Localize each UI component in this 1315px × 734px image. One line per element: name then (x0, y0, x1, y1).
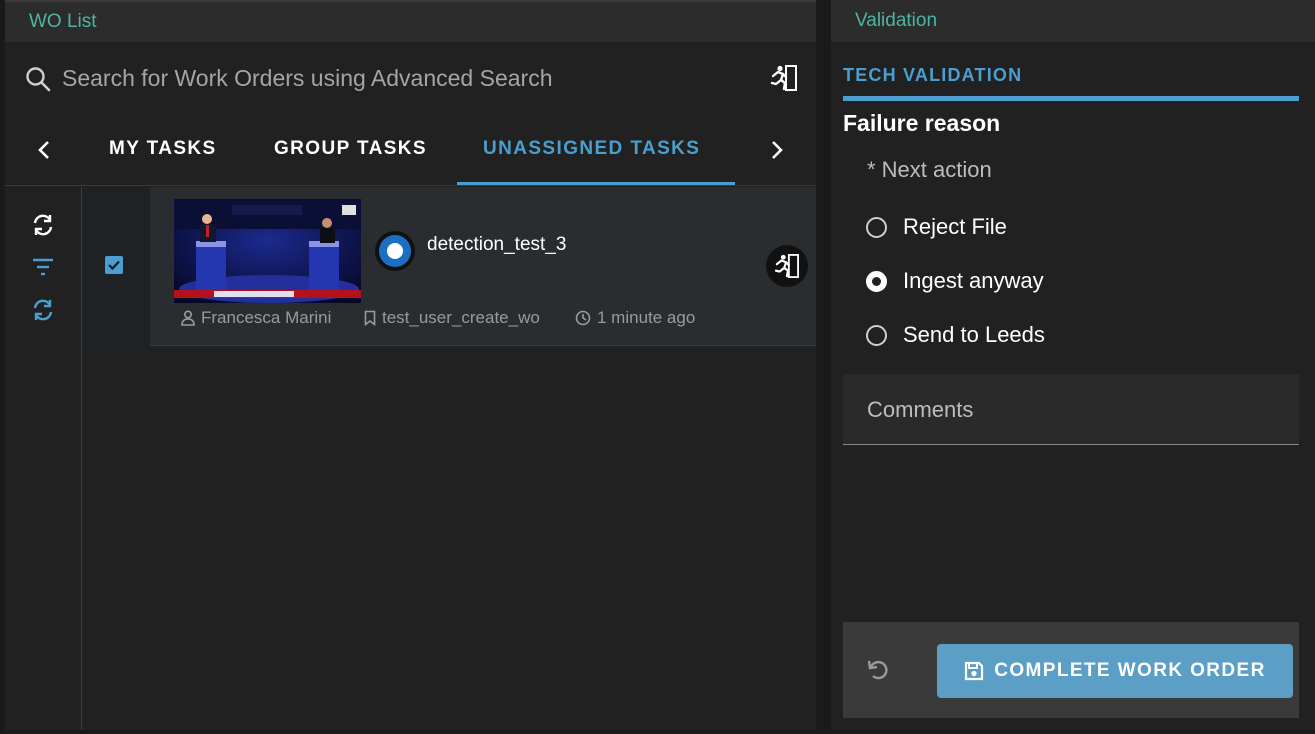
complete-button-label: COMPLETE WORK ORDER (994, 660, 1266, 681)
tab-group-tasks[interactable]: GROUP TASKS (274, 138, 427, 160)
task-tabs: MY TASKS GROUP TASKS UNASSIGNED TASKS (5, 114, 816, 186)
undo-icon[interactable] (865, 657, 891, 683)
complete-work-order-button[interactable]: COMPLETE WORK ORDER (937, 644, 1293, 698)
time-ago: 1 minute ago (597, 308, 696, 327)
take-task-button[interactable] (766, 245, 808, 287)
video-thumbnail[interactable] (174, 199, 361, 303)
wo-list-panel: WO List Search for Work Orders using Adv… (5, 0, 816, 730)
option-reject-file[interactable]: Reject File (866, 214, 1007, 240)
work-order-title[interactable]: detection_test_3 (427, 234, 566, 256)
clock-icon (575, 310, 591, 326)
option-label: Send to Leeds (903, 322, 1045, 347)
search-bar[interactable]: Search for Work Orders using Advanced Se… (5, 42, 816, 114)
active-tab-indicator (457, 182, 735, 185)
status-indicator (375, 231, 415, 271)
failure-reason-heading: Failure reason (843, 110, 1001, 136)
radio-button[interactable] (866, 270, 887, 292)
time-meta: 1 minute ago (575, 308, 695, 328)
person-icon (181, 310, 195, 326)
active-tab-indicator (843, 96, 1299, 101)
validation-header: Validation (831, 0, 1315, 42)
row-checkbox[interactable] (105, 256, 123, 274)
comments-field[interactable]: Comments (843, 374, 1299, 445)
refresh-icon[interactable] (31, 213, 55, 237)
search-input[interactable]: Search for Work Orders using Advanced Se… (62, 65, 552, 92)
filter-icon[interactable] (31, 257, 55, 277)
sync-icon[interactable] (31, 298, 55, 322)
debate-stage-image (174, 199, 361, 303)
tab-unassigned-tasks[interactable]: UNASSIGNED TASKS (483, 138, 700, 160)
tab-my-tasks[interactable]: MY TASKS (109, 138, 217, 160)
option-label: Ingest anyway (903, 268, 1044, 293)
chevron-right-icon[interactable] (770, 140, 784, 160)
check-icon (108, 260, 120, 271)
action-footer: COMPLETE WORK ORDER (843, 622, 1299, 718)
assignee-meta: Francesca Marini (181, 308, 331, 328)
exit-run-icon[interactable] (770, 65, 798, 91)
checkbox-cell (82, 187, 150, 346)
tag-name: test_user_create_wo (382, 308, 540, 327)
option-ingest-anyway[interactable]: Ingest anyway (866, 268, 1044, 294)
assignee-name: Francesca Marini (201, 308, 332, 327)
chevron-left-icon[interactable] (37, 140, 51, 160)
radio-button[interactable] (866, 324, 887, 346)
option-send-to-leeds[interactable]: Send to Leeds (866, 322, 1045, 348)
bookmark-icon (364, 310, 376, 326)
tab-tech-validation[interactable]: TECH VALIDATION (843, 65, 1022, 86)
wo-list-header: WO List (5, 0, 816, 42)
tag-meta: test_user_create_wo (364, 308, 540, 328)
comments-placeholder: Comments (867, 397, 974, 422)
exit-run-icon (774, 254, 799, 278)
search-icon (26, 67, 51, 92)
next-action-label: * Next action (867, 157, 992, 182)
option-label: Reject File (903, 214, 1007, 239)
radio-button[interactable] (866, 216, 887, 238)
validation-panel: Validation TECH VALIDATION Failure reaso… (831, 0, 1315, 730)
work-order-row[interactable]: detection_test_3 Francesca Marini test_u… (82, 187, 816, 346)
tool-column (5, 187, 82, 730)
save-icon (965, 661, 984, 681)
